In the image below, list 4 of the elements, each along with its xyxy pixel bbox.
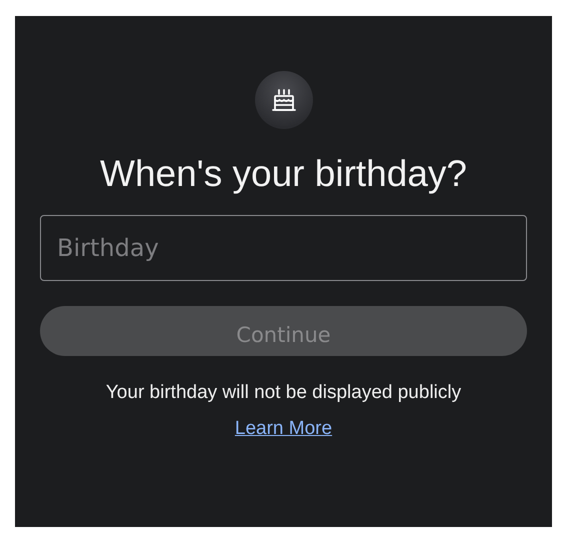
birthday-field[interactable]: Birthday	[40, 215, 527, 281]
learn-more-link[interactable]: Learn More	[234, 418, 332, 440]
privacy-note: Your birthday will not be displayed publicly	[106, 382, 462, 404]
dialog-title: When's your birthday?	[100, 153, 467, 195]
